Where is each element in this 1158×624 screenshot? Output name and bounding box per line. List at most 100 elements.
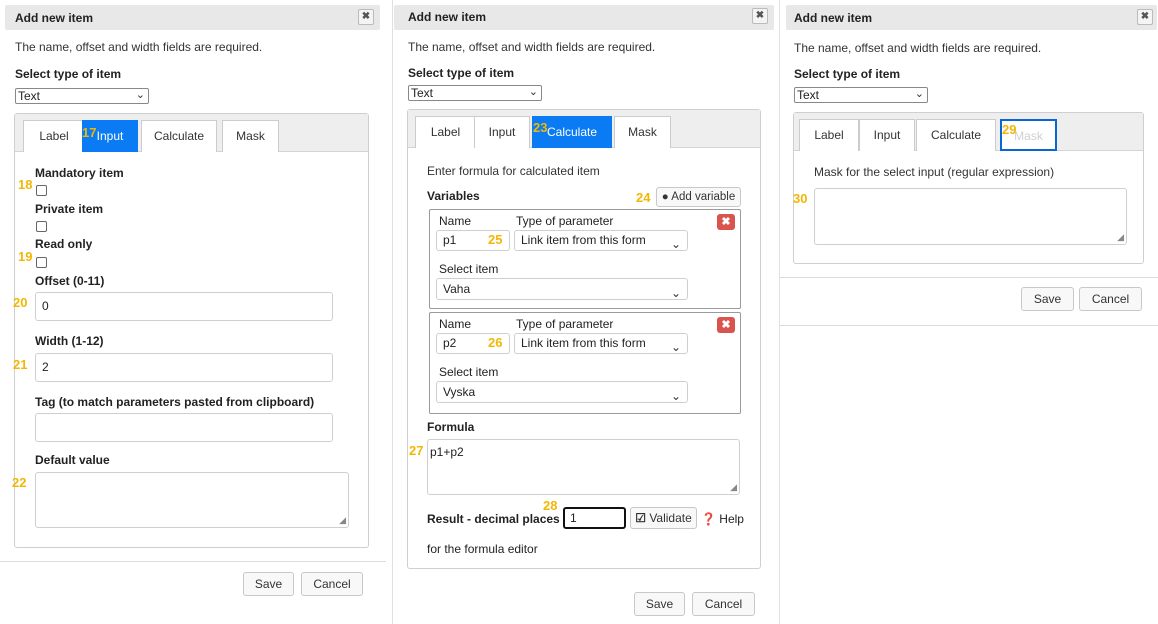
width-label: Width (1-12) — [35, 334, 104, 348]
tab-calculate[interactable]: Calculate — [916, 119, 996, 151]
help-label: Help — [719, 512, 744, 526]
item-editor-box: Label Input Calculate 23 Mask Enter form… — [407, 109, 761, 569]
type-select[interactable]: Text ⌄ — [794, 87, 928, 103]
chevron-down-icon: ⌄ — [670, 237, 681, 251]
chevron-down-icon: ⌄ — [914, 88, 924, 100]
type-select-value: Text — [18, 89, 41, 103]
marker-25: 25 — [488, 232, 503, 247]
dialog-title: Add new item — [794, 11, 873, 25]
marker-29: 29 — [1002, 122, 1017, 137]
parameter-type-value: Link item from this form — [521, 233, 646, 247]
dialog-title: Add new item — [408, 10, 487, 24]
variable-row-2: Name Type of parameter ✖ p2 26 Link item… — [429, 312, 741, 414]
decimal-places-label: Result - decimal places — [427, 512, 560, 526]
remove-variable-icon[interactable]: ✖ — [717, 214, 735, 230]
cancel-button[interactable]: Cancel — [301, 572, 363, 596]
footer-divider — [0, 561, 386, 562]
type-select[interactable]: Text ⌄ — [408, 85, 542, 101]
tag-input[interactable] — [35, 413, 333, 442]
help-link[interactable]: ❓ Help — [701, 512, 744, 526]
type-label: Select type of item — [794, 67, 901, 81]
tab-calculate[interactable]: Calculate 23 — [532, 116, 612, 148]
tab-label[interactable]: Label — [415, 116, 476, 148]
validate-button[interactable]: ☑ Validate — [630, 507, 697, 529]
dialog-title: Add new item — [15, 11, 94, 25]
tab-bar: Label Input 17 Calculate Mask — [15, 114, 368, 152]
select-item-label: Select item — [439, 262, 499, 276]
variables-label: Variables — [427, 189, 480, 203]
marker-24: 24 — [636, 190, 651, 205]
marker-19: 19 — [18, 249, 33, 264]
tab-input[interactable]: Input 17 — [82, 120, 138, 152]
remove-variable-icon[interactable]: ✖ — [717, 317, 735, 333]
tab-mask-text: Mask — [1014, 129, 1043, 143]
cancel-button[interactable]: Cancel — [692, 592, 755, 616]
width-input[interactable]: 2 — [35, 353, 333, 382]
required-hint: The name, offset and width fields are re… — [794, 41, 1042, 55]
tab-mask[interactable]: Mask 29 — [1000, 119, 1057, 151]
parameter-type-select[interactable]: Link item from this form ⌄ — [514, 333, 688, 354]
private-checkbox[interactable] — [36, 221, 47, 232]
cancel-button[interactable]: Cancel — [1079, 287, 1142, 311]
default-value-textarea[interactable]: ◢ — [35, 472, 349, 528]
private-label: Private item — [35, 202, 104, 216]
plus-circle-icon: ● — [661, 191, 669, 203]
name-header: Name — [439, 214, 472, 228]
dialog-titlebar: Add new item ✖ — [786, 5, 1157, 30]
marker-22: 22 — [12, 475, 27, 490]
mask-hint: Mask for the select input (regular expre… — [814, 165, 1055, 179]
dialog-mask-tab: Add new item ✖ The name, offset and widt… — [780, 0, 1158, 624]
parameter-type-select[interactable]: Link item from this form ⌄ — [514, 230, 688, 251]
close-icon[interactable]: ✖ — [752, 8, 768, 24]
select-item-dropdown[interactable]: Vaha ⌄ — [436, 278, 688, 300]
dialog-input-tab: Add new item ✖ The name, offset and widt… — [0, 0, 386, 624]
resize-handle-icon[interactable]: ◢ — [1117, 232, 1124, 243]
select-item-label: Select item — [439, 365, 499, 379]
marker-30: 30 — [793, 191, 808, 206]
formula-label: Formula — [427, 420, 475, 434]
footer-divider — [780, 277, 1158, 278]
offset-input[interactable]: 0 — [35, 292, 333, 321]
tab-input[interactable]: Input — [474, 116, 530, 148]
type-select[interactable]: Text ⌄ — [15, 88, 149, 104]
tab-label[interactable]: Label — [799, 119, 859, 151]
dialog-titlebar: Add new item ✖ — [5, 5, 380, 30]
formula-textarea[interactable]: p1+p2 ◢ — [427, 439, 740, 495]
type-select-value: Text — [411, 86, 434, 100]
tag-label: Tag (to match parameters pasted from cli… — [35, 395, 315, 409]
chevron-down-icon: ⌄ — [670, 286, 681, 300]
add-variable-button[interactable]: ● Add variable — [656, 187, 741, 207]
tab-calculate[interactable]: Calculate — [141, 120, 217, 152]
resize-handle-icon[interactable]: ◢ — [730, 482, 737, 493]
tab-bar: Label Input Calculate Mask 29 — [794, 113, 1143, 151]
type-header: Type of parameter — [516, 214, 614, 228]
select-item-dropdown[interactable]: Vyska ⌄ — [436, 381, 688, 403]
decimal-places-input[interactable]: 1 — [563, 507, 626, 529]
mandatory-label: Mandatory item — [35, 166, 124, 180]
readonly-label: Read only — [35, 237, 93, 251]
marker-28: 28 — [543, 498, 558, 513]
select-item-value: Vaha — [443, 282, 471, 296]
save-button[interactable]: Save — [1021, 287, 1074, 311]
panel-divider — [392, 0, 393, 624]
save-button[interactable]: Save — [634, 592, 685, 616]
close-icon[interactable]: ✖ — [1137, 9, 1153, 25]
readonly-checkbox[interactable] — [36, 257, 47, 268]
name-header: Name — [439, 317, 472, 331]
tab-mask[interactable]: Mask — [222, 120, 279, 152]
marker-17: 17 — [82, 125, 97, 140]
check-square-icon: ☑ — [635, 511, 646, 525]
chevron-down-icon: ⌄ — [528, 86, 538, 98]
resize-handle-icon[interactable]: ◢ — [339, 515, 346, 526]
tab-mask[interactable]: Mask — [614, 116, 671, 148]
tab-label[interactable]: Label — [23, 120, 85, 152]
mandatory-checkbox[interactable] — [36, 185, 47, 196]
save-button[interactable]: Save — [243, 572, 294, 596]
chevron-down-icon: ⌄ — [670, 340, 681, 354]
formula-intro: Enter formula for calculated item — [427, 164, 600, 178]
mask-textarea[interactable]: ◢ — [814, 188, 1127, 245]
default-value-label: Default value — [35, 453, 110, 467]
close-icon[interactable]: ✖ — [358, 9, 374, 25]
type-select-value: Text — [797, 88, 820, 102]
tab-input[interactable]: Input — [859, 119, 915, 151]
